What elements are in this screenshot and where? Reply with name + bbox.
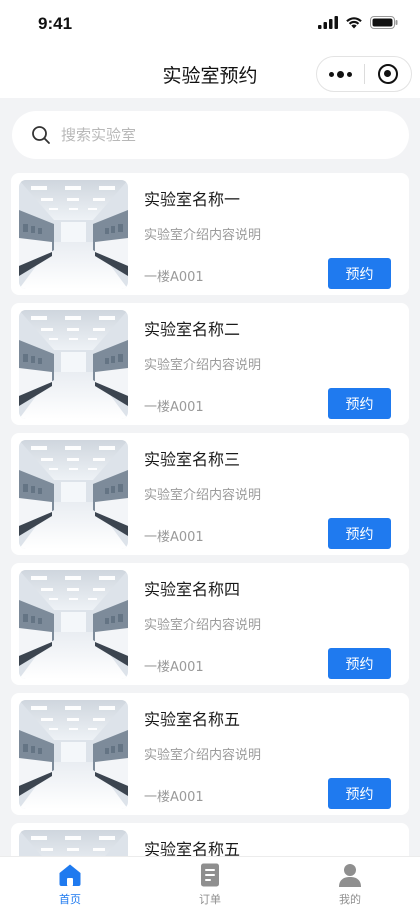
lab-name: 实验室名称五 — [144, 710, 241, 729]
lab-thumbnail — [19, 700, 128, 809]
mini-program-capsule — [316, 56, 412, 92]
battery-icon — [370, 16, 398, 29]
lab-description: 实验室介绍内容说明 — [144, 488, 262, 503]
lab-description: 实验室介绍内容说明 — [144, 748, 262, 763]
close-button[interactable] — [365, 57, 412, 91]
lab-name: 实验室名称二 — [144, 320, 241, 339]
lab-location: 一楼A001 — [144, 270, 204, 285]
lab-name: 实验室名称四 — [144, 580, 241, 599]
tab-label: 我的 — [339, 893, 361, 906]
nav-bar: 实验室预约 — [0, 50, 420, 98]
lab-card[interactable]: 实验室名称一 实验室介绍内容说明 一楼A001 预约 — [11, 173, 409, 295]
lab-card[interactable]: 实验室名称五 实验室介绍内容说明 一楼A001 预约 — [11, 693, 409, 815]
signal-icon — [318, 16, 338, 29]
book-button[interactable]: 预约 — [328, 518, 391, 549]
search-bar — [12, 111, 409, 159]
lab-location: 一楼A001 — [144, 530, 204, 545]
book-button[interactable]: 预约 — [328, 388, 391, 419]
lab-name: 实验室名称三 — [144, 450, 241, 469]
wifi-icon — [346, 17, 362, 29]
lab-list: 实验室名称一 实验室介绍内容说明 一楼A001 预约 实验室名称二 实验室介绍内… — [11, 173, 409, 910]
tab-home[interactable]: 首页 — [0, 857, 140, 910]
lab-name: 实验室名称一 — [144, 190, 241, 209]
target-icon — [377, 64, 398, 84]
user-icon — [339, 864, 361, 887]
lab-thumbnail — [19, 570, 128, 679]
search-input[interactable] — [61, 120, 381, 150]
lab-location: 一楼A001 — [144, 660, 204, 675]
status-bar: 9:41 — [0, 0, 420, 50]
order-icon — [201, 863, 219, 887]
book-button[interactable]: 预约 — [328, 258, 391, 289]
lab-description: 实验室介绍内容说明 — [144, 358, 262, 373]
lab-thumbnail — [19, 310, 128, 419]
lab-location: 一楼A001 — [144, 400, 204, 415]
tab-bar: 首页 订单 我的 — [0, 856, 420, 910]
tab-label: 首页 — [59, 893, 81, 906]
lab-description: 实验室介绍内容说明 — [144, 618, 262, 633]
tab-profile[interactable]: 我的 — [280, 857, 420, 910]
lab-card[interactable]: 实验室名称二 实验室介绍内容说明 一楼A001 预约 — [11, 303, 409, 425]
search-icon — [32, 126, 50, 144]
home-icon — [59, 864, 81, 886]
status-time: 9:41 — [38, 14, 73, 33]
tab-orders[interactable]: 订单 — [140, 857, 280, 910]
lab-card[interactable]: 实验室名称三 实验室介绍内容说明 一楼A001 预约 — [11, 433, 409, 555]
lab-thumbnail — [19, 440, 128, 549]
tab-label: 订单 — [199, 893, 221, 906]
lab-thumbnail — [19, 180, 128, 289]
more-button[interactable] — [317, 57, 364, 91]
more-icon — [328, 70, 352, 78]
lab-card[interactable]: 实验室名称四 实验室介绍内容说明 一楼A001 预约 — [11, 563, 409, 685]
book-button[interactable]: 预约 — [328, 778, 391, 809]
status-icons — [318, 16, 398, 29]
lab-description: 实验室介绍内容说明 — [144, 228, 262, 243]
lab-location: 一楼A001 — [144, 790, 204, 805]
book-button[interactable]: 预约 — [328, 648, 391, 679]
